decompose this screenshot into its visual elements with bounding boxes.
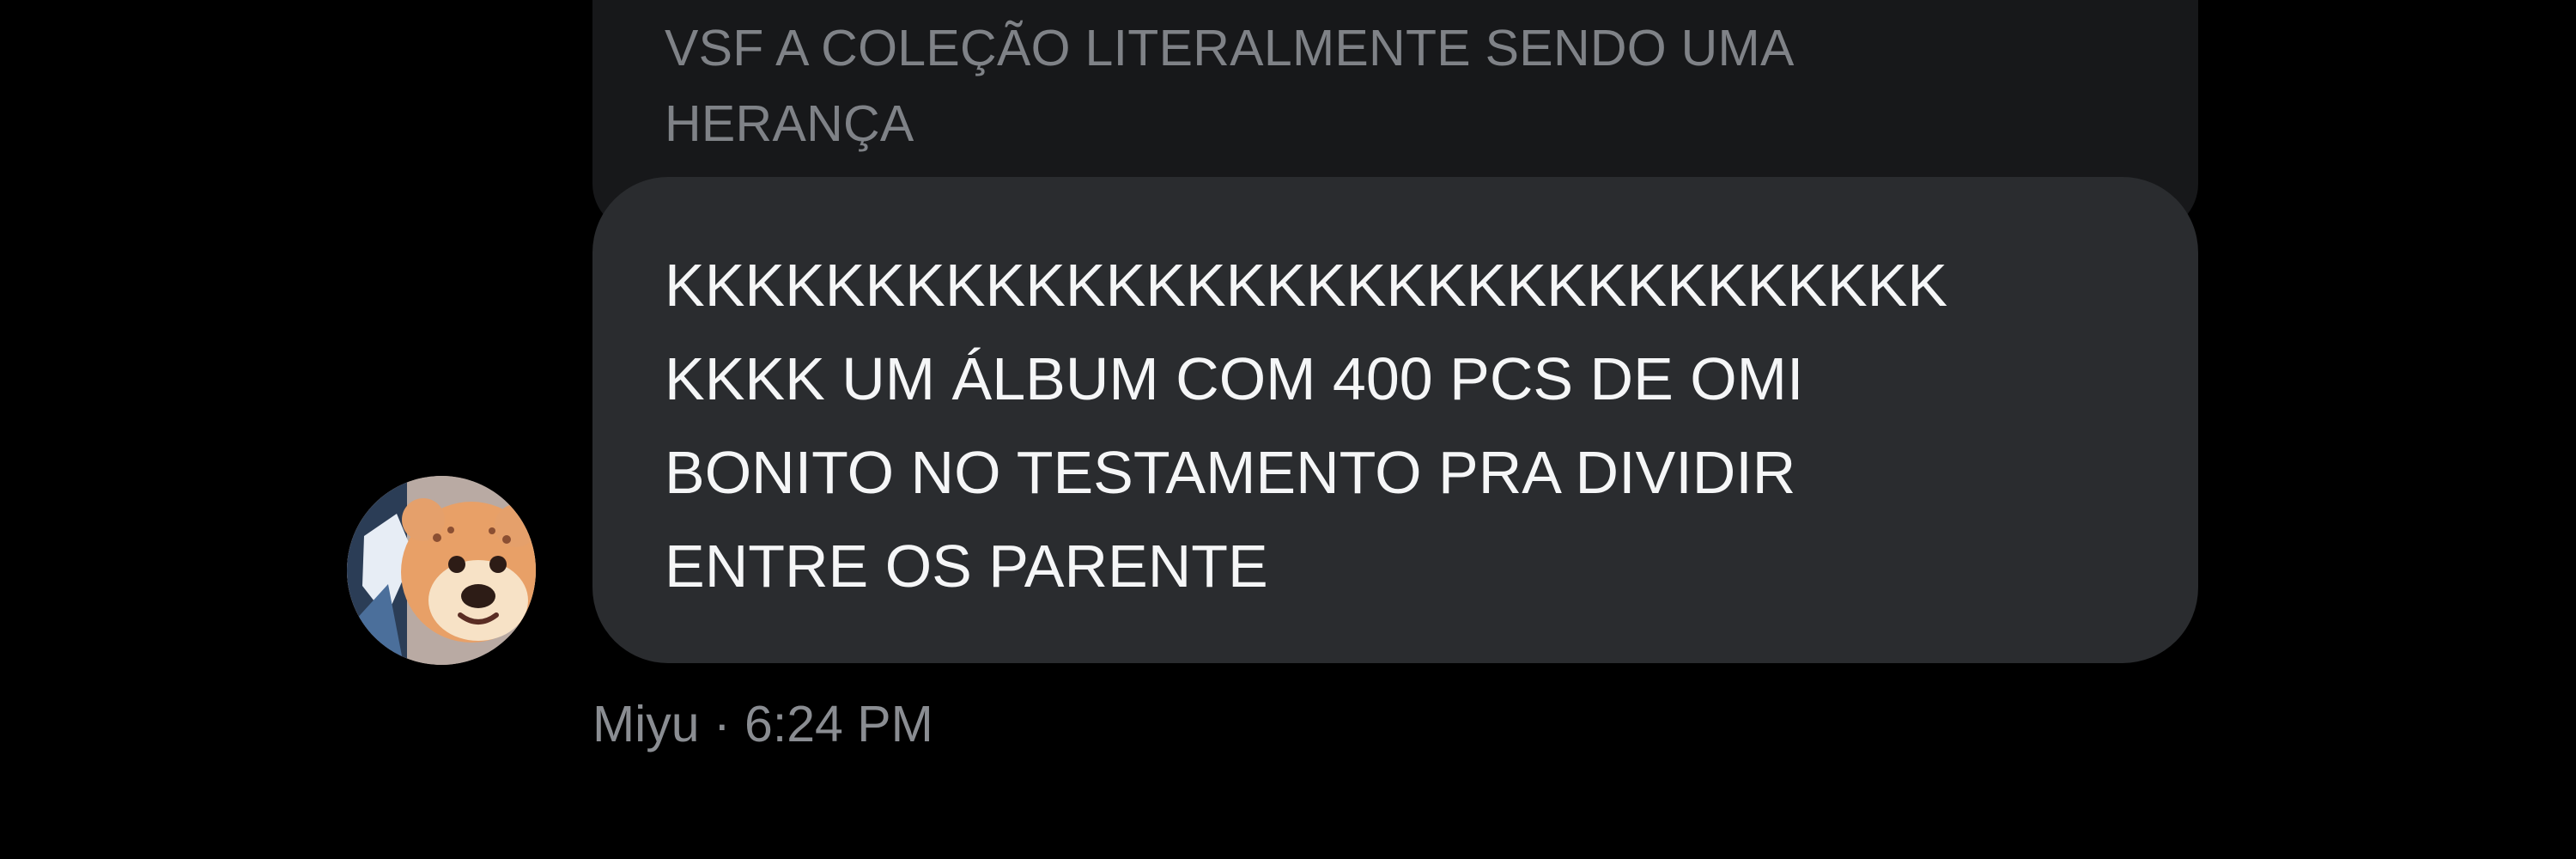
message-bubble[interactable]: KKKKKKKKKKKKKKKKKKKKKKKKKKKKKKKK KKKK UM… bbox=[592, 177, 2198, 663]
previous-message-text: VSF A COLEÇÃO LITERALMENTE SENDO UMA HER… bbox=[665, 20, 1795, 152]
chat-conversation: VSF A COLEÇÃO LITERALMENTE SENDO UMA HER… bbox=[0, 0, 2576, 859]
avatar[interactable] bbox=[347, 476, 536, 665]
sticker-avatar-icon bbox=[347, 476, 536, 665]
message-text: KKKKKKKKKKKKKKKKKKKKKKKKKKKKKKKK KKKK UM… bbox=[665, 252, 1948, 600]
message-meta: Miyu · 6:24 PM bbox=[592, 696, 933, 752]
